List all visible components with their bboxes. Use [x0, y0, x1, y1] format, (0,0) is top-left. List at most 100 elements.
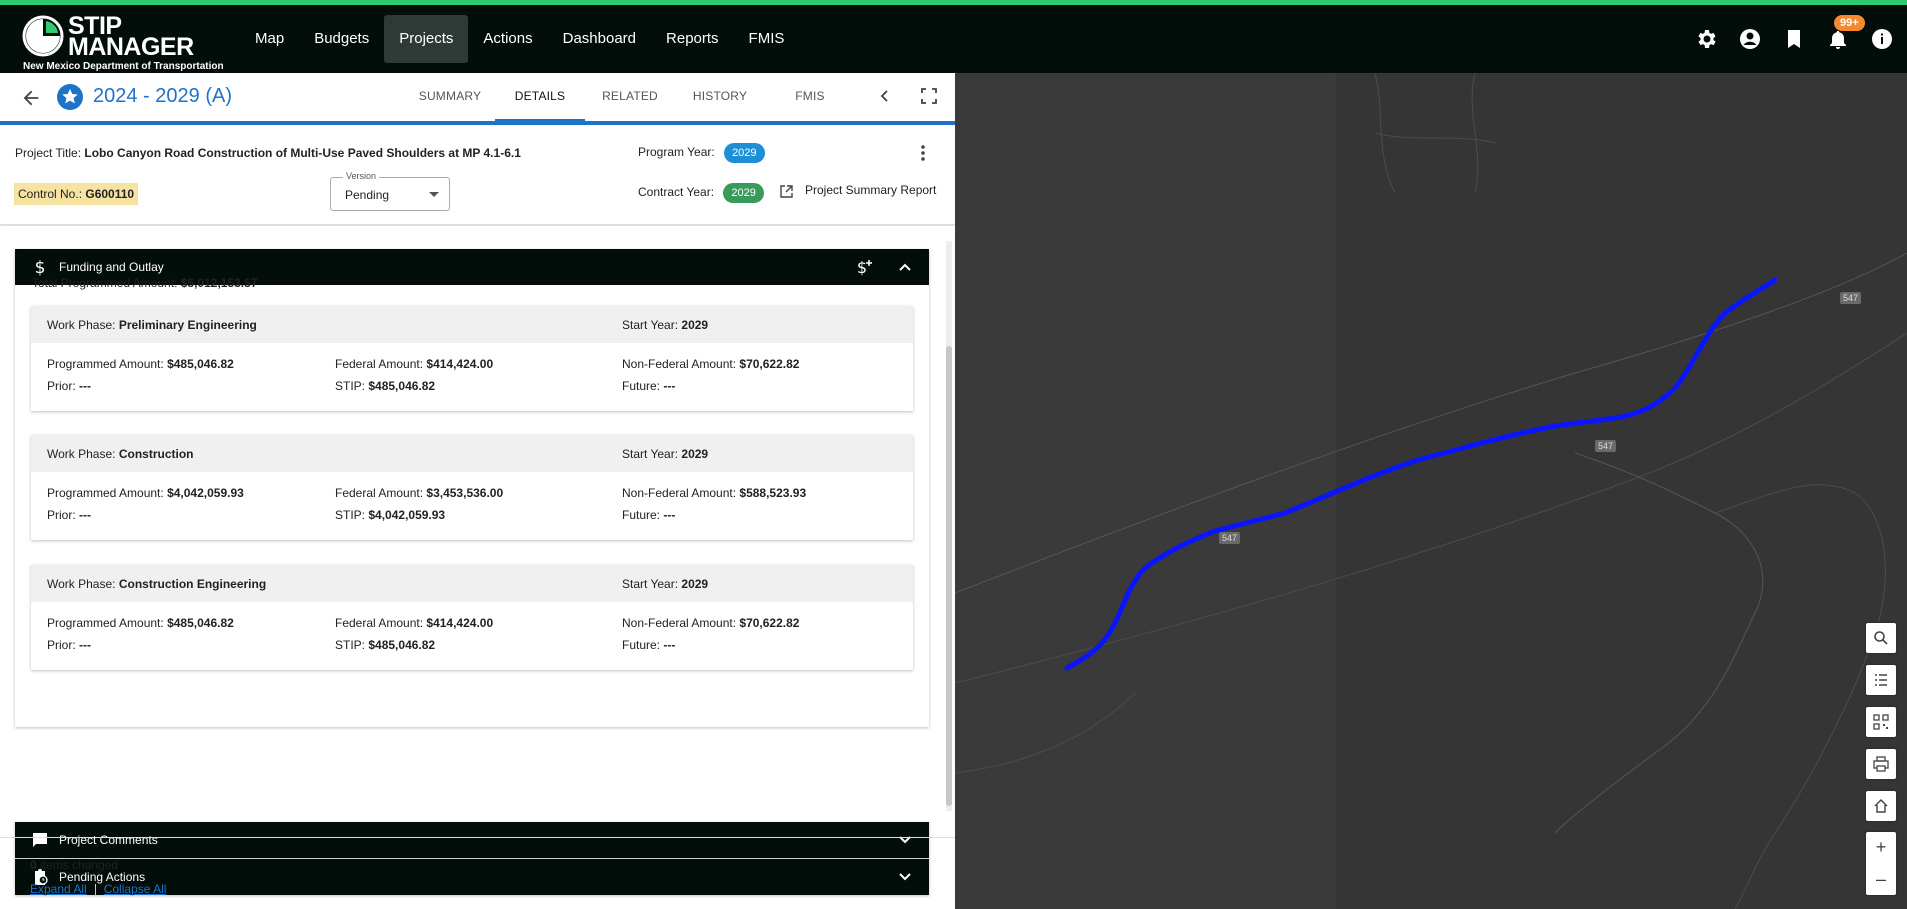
prior-label: Prior:	[47, 508, 76, 522]
bookmark-icon[interactable]	[1782, 27, 1806, 51]
logo-pie-icon	[22, 15, 64, 57]
project-title-value: Lobo Canyon Road Construction of Multi-U…	[84, 146, 521, 160]
federal-amount-value: $414,424.00	[426, 357, 494, 371]
zoom-out-button[interactable]: –	[1866, 864, 1896, 894]
add-funding-icon[interactable]: $	[855, 258, 873, 276]
details-scroll-area[interactable]: $ Funding and Outlay $ Total Programmed …	[0, 226, 955, 895]
project-info-block: Project Title: Lobo Canyon Road Construc…	[0, 129, 955, 225]
app-logo[interactable]: STIP MANAGER New Mexico Department of Tr…	[22, 11, 224, 72]
start-year: Start Year: 2029	[622, 577, 708, 591]
programmed-amount: Programmed Amount: $485,046.82	[47, 616, 234, 630]
nav-budgets[interactable]: Budgets	[299, 15, 384, 63]
project-title-label: Project Title:	[15, 146, 82, 160]
tab-related[interactable]: RELATED	[585, 73, 675, 121]
version-select[interactable]: Version Pending	[330, 171, 450, 211]
nav-fmis[interactable]: FMIS	[734, 15, 800, 63]
items-changed: 0 items changed	[30, 858, 118, 872]
map-layers-list-button[interactable]	[1866, 665, 1896, 695]
expand-all-link[interactable]: Expand All	[30, 882, 87, 896]
nav-actions[interactable]: Actions	[468, 15, 547, 63]
chevron-left-icon[interactable]	[876, 87, 894, 105]
non-federal-amount-label: Non-Federal Amount:	[622, 357, 737, 371]
account-icon[interactable]	[1738, 27, 1762, 51]
map-qr-button[interactable]	[1866, 707, 1896, 737]
funding-outlay-card: $ Funding and Outlay $ Total Programmed …	[15, 249, 929, 727]
stip-amount: STIP: $4,042,059.93	[335, 508, 445, 522]
zoom-controls: + –	[1866, 832, 1896, 895]
federal-amount-label: Federal Amount:	[335, 486, 424, 500]
stip-value: $4,042,059.93	[368, 508, 446, 522]
collapse-all-link[interactable]: Collapse All	[104, 882, 167, 896]
non-federal-amount-value: $588,523.93	[739, 486, 807, 500]
info-icon[interactable]	[1870, 27, 1894, 51]
list-icon	[1875, 674, 1887, 686]
non-federal-amount-label: Non-Federal Amount:	[622, 616, 737, 630]
map-search-button[interactable]	[1866, 623, 1896, 653]
future-amount: Future: ---	[622, 638, 675, 652]
tab-fmis[interactable]: FMIS	[765, 73, 855, 121]
tab-summary[interactable]: SUMMARY	[405, 73, 495, 121]
work-phase-label: Work Phase:	[47, 447, 116, 461]
total-programmed-value: $5,012,153.57	[180, 276, 258, 290]
project-detail-panel: 2024 - 2029 (A) SUMMARY DETAILS RELATED …	[0, 73, 955, 909]
work-phase: Work Phase: Construction	[47, 447, 194, 461]
map-home-button[interactable]	[1866, 791, 1896, 821]
work-phase-name: Preliminary Engineering	[118, 318, 257, 332]
start-year-value: 2029	[681, 577, 709, 591]
tab-history[interactable]: HISTORY	[675, 73, 765, 121]
programmed-amount-label: Programmed Amount:	[47, 616, 164, 630]
nav-map[interactable]: Map	[240, 15, 299, 63]
chevron-up-icon[interactable]	[897, 259, 913, 275]
programmed-amount-value: $485,046.82	[167, 357, 234, 371]
work-phase-header: Work Phase: Construction Engineering Star…	[31, 565, 913, 602]
map-print-button[interactable]	[1866, 749, 1896, 779]
dollar-icon: $	[35, 258, 46, 276]
contract-year-badge: 2029	[723, 183, 764, 203]
logo-subtitle: New Mexico Department of Transportation	[23, 61, 224, 72]
stip-amount: STIP: $485,046.82	[335, 638, 435, 652]
project-tabs: SUMMARY DETAILS RELATED HISTORY FMIS	[405, 73, 855, 121]
project-summary-report-link[interactable]: Project Summary Report	[805, 183, 936, 197]
work-phase-header: Work Phase: Construction Start Year: 2029	[31, 435, 913, 472]
future-amount: Future: ---	[622, 379, 675, 393]
zoom-in-button[interactable]: +	[1866, 832, 1896, 862]
future-label: Future:	[622, 638, 661, 652]
more-vertical-icon[interactable]	[914, 143, 932, 163]
tab-details[interactable]: DETAILS	[495, 73, 585, 121]
favorite-star-icon[interactable]	[56, 83, 84, 111]
external-link-icon[interactable]	[779, 184, 794, 199]
route-shield-547: 547	[1595, 440, 1617, 452]
work-phase-name: Construction	[118, 447, 194, 461]
contract-year-label: Contract Year:	[638, 185, 715, 199]
divider	[94, 883, 96, 896]
prior-label: Prior:	[47, 638, 76, 652]
work-phase: Work Phase: Preliminary Engineering	[47, 318, 257, 332]
prior-value: ---	[79, 638, 92, 652]
nav-reports[interactable]: Reports	[651, 15, 734, 63]
non-federal-amount: Non-Federal Amount: $588,523.93	[622, 486, 806, 500]
gear-icon[interactable]	[1694, 27, 1718, 51]
control-number-label: Control No.:	[18, 187, 83, 201]
nav-projects[interactable]: Projects	[384, 15, 469, 63]
project-header: 2024 - 2029 (A) SUMMARY DETAILS RELATED …	[0, 73, 955, 125]
version-value: Pending	[345, 188, 390, 202]
non-federal-amount-value: $70,622.82	[739, 357, 800, 371]
search-icon	[1874, 631, 1888, 645]
future-label: Future:	[622, 379, 661, 393]
nav-dashboard[interactable]: Dashboard	[548, 15, 651, 63]
work-phase-body: Programmed Amount: $485,046.82 Federal Am…	[31, 602, 913, 670]
federal-amount: Federal Amount: $414,424.00	[335, 357, 493, 371]
contract-year: Contract Year: 2029	[638, 183, 764, 203]
prior-value: ---	[79, 508, 92, 522]
map-view[interactable]: 547 547 547 + –	[955, 73, 1907, 909]
scrollbar-thumb[interactable]	[946, 346, 952, 806]
back-arrow-icon[interactable]	[20, 87, 42, 109]
start-year: Start Year: 2029	[622, 447, 708, 461]
changed-count: 0	[30, 858, 37, 872]
future-label: Future:	[622, 508, 661, 522]
fullscreen-icon[interactable]	[920, 87, 938, 105]
work-phase-label: Work Phase:	[47, 318, 116, 332]
svg-text:$: $	[35, 258, 46, 276]
top-navigation-bar: STIP MANAGER New Mexico Department of Tr…	[0, 0, 1907, 73]
svg-text:$: $	[857, 258, 867, 276]
